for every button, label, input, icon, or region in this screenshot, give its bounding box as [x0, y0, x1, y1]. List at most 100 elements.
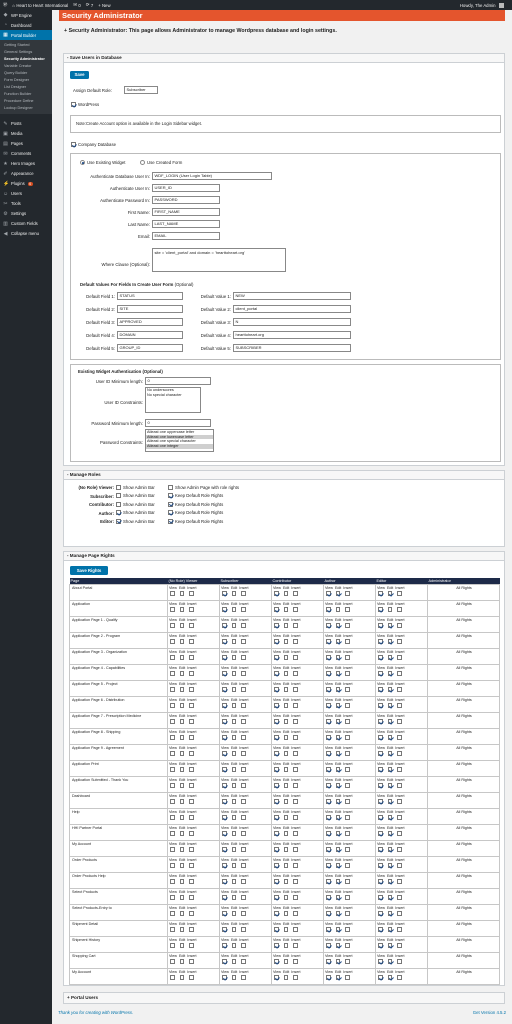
right-edit-checkbox[interactable]	[387, 911, 392, 916]
right-view-checkbox[interactable]	[274, 943, 279, 948]
right-edit-checkbox[interactable]	[335, 623, 340, 628]
right-edit-checkbox[interactable]	[179, 959, 184, 964]
right-edit-checkbox[interactable]	[387, 959, 392, 964]
right-edit-checkbox[interactable]	[179, 927, 184, 932]
right-edit-checkbox[interactable]	[335, 639, 340, 644]
right-view-checkbox[interactable]	[378, 607, 383, 612]
right-insert-checkbox[interactable]	[345, 623, 350, 628]
right-edit-checkbox[interactable]	[179, 671, 184, 676]
company-db-checkbox[interactable]	[71, 142, 76, 147]
right-edit-checkbox[interactable]	[179, 975, 184, 980]
right-insert-checkbox[interactable]	[397, 975, 402, 980]
auth-field-input[interactable]: USER_ID	[152, 184, 220, 192]
right-insert-checkbox[interactable]	[397, 911, 402, 916]
right-edit-checkbox[interactable]	[231, 703, 236, 708]
right-insert-checkbox[interactable]	[345, 655, 350, 660]
right-edit-checkbox[interactable]	[335, 719, 340, 724]
right-insert-checkbox[interactable]	[397, 783, 402, 788]
submenu-item[interactable]: List Designer	[0, 84, 52, 91]
right-edit-checkbox[interactable]	[387, 943, 392, 948]
default-value-input[interactable]: hearttoheart.org	[233, 331, 351, 339]
auth-field-input[interactable]: EMAIL	[152, 232, 220, 240]
right-insert-checkbox[interactable]	[189, 751, 194, 756]
right-edit-checkbox[interactable]	[179, 943, 184, 948]
right-view-checkbox[interactable]	[170, 655, 175, 660]
right-insert-checkbox[interactable]	[189, 895, 194, 900]
right-insert-checkbox[interactable]	[345, 943, 350, 948]
right-edit-checkbox[interactable]	[387, 815, 392, 820]
right-insert-checkbox[interactable]	[189, 927, 194, 932]
pw-constraints-list[interactable]: Atleast one uppercase letter Atleast one …	[145, 429, 214, 452]
right-edit-checkbox[interactable]	[283, 879, 288, 884]
role-rights-checkbox[interactable]	[168, 493, 173, 498]
right-view-checkbox[interactable]	[274, 655, 279, 660]
right-insert-checkbox[interactable]	[293, 591, 298, 596]
right-insert-checkbox[interactable]	[241, 783, 246, 788]
default-field-input[interactable]: APPROVED	[117, 318, 183, 326]
right-insert-checkbox[interactable]	[397, 687, 402, 692]
right-insert-checkbox[interactable]	[189, 863, 194, 868]
right-edit-checkbox[interactable]	[387, 895, 392, 900]
right-insert-checkbox[interactable]	[189, 943, 194, 948]
right-edit-checkbox[interactable]	[283, 911, 288, 916]
right-insert-checkbox[interactable]	[241, 863, 246, 868]
default-field-input[interactable]: DOMAIN	[117, 331, 183, 339]
right-view-checkbox[interactable]	[222, 639, 227, 644]
right-insert-checkbox[interactable]	[397, 735, 402, 740]
auth-field-input[interactable]: WDF_LOGIN (User Login Table)	[152, 172, 272, 180]
right-edit-checkbox[interactable]	[387, 975, 392, 980]
right-view-checkbox[interactable]	[222, 959, 227, 964]
default-field-input[interactable]: STATUS	[117, 292, 183, 300]
right-insert-checkbox[interactable]	[345, 847, 350, 852]
right-edit-checkbox[interactable]	[387, 783, 392, 788]
right-view-checkbox[interactable]	[326, 751, 331, 756]
right-insert-checkbox[interactable]	[345, 703, 350, 708]
right-edit-checkbox[interactable]	[335, 847, 340, 852]
right-view-checkbox[interactable]	[222, 607, 227, 612]
right-edit-checkbox[interactable]	[283, 735, 288, 740]
right-view-checkbox[interactable]	[170, 863, 175, 868]
show-admin-bar-checkbox[interactable]	[116, 510, 121, 515]
right-view-checkbox[interactable]	[378, 799, 383, 804]
right-edit-checkbox[interactable]	[335, 815, 340, 820]
sidebar-item-settings[interactable]: ⚙ Settings	[0, 209, 52, 219]
right-edit-checkbox[interactable]	[387, 879, 392, 884]
right-edit-checkbox[interactable]	[179, 607, 184, 612]
right-edit-checkbox[interactable]	[387, 623, 392, 628]
right-edit-checkbox[interactable]	[387, 703, 392, 708]
right-insert-checkbox[interactable]	[345, 671, 350, 676]
right-edit-checkbox[interactable]	[387, 591, 392, 596]
sidebar-item-collapse-menu[interactable]: ◀ Collapse menu	[0, 229, 52, 239]
right-insert-checkbox[interactable]	[345, 719, 350, 724]
right-edit-checkbox[interactable]	[283, 639, 288, 644]
right-view-checkbox[interactable]	[170, 639, 175, 644]
admin-bar-site[interactable]: ⌂ Heart to Heart International	[12, 3, 68, 8]
sidebar-item-appearance[interactable]: ✐ Appearance	[0, 169, 52, 179]
sidebar-item-wp-engine[interactable]: ◆ WP Engine	[0, 10, 52, 20]
right-view-checkbox[interactable]	[326, 831, 331, 836]
right-view-checkbox[interactable]	[378, 879, 383, 884]
right-edit-checkbox[interactable]	[387, 607, 392, 612]
right-edit-checkbox[interactable]	[231, 607, 236, 612]
right-edit-checkbox[interactable]	[283, 975, 288, 980]
right-edit-checkbox[interactable]	[387, 847, 392, 852]
right-edit-checkbox[interactable]	[231, 863, 236, 868]
right-edit-checkbox[interactable]	[179, 783, 184, 788]
right-view-checkbox[interactable]	[378, 831, 383, 836]
right-view-checkbox[interactable]	[170, 943, 175, 948]
right-view-checkbox[interactable]	[274, 799, 279, 804]
right-edit-checkbox[interactable]	[283, 767, 288, 772]
right-insert-checkbox[interactable]	[293, 847, 298, 852]
right-insert-checkbox[interactable]	[241, 911, 246, 916]
right-view-checkbox[interactable]	[274, 607, 279, 612]
right-view-checkbox[interactable]	[274, 847, 279, 852]
right-view-checkbox[interactable]	[170, 591, 175, 596]
right-view-checkbox[interactable]	[378, 815, 383, 820]
use-created-form-option[interactable]: Use Created Form	[140, 160, 182, 165]
right-edit-checkbox[interactable]	[231, 735, 236, 740]
right-insert-checkbox[interactable]	[345, 687, 350, 692]
right-insert-checkbox[interactable]	[293, 943, 298, 948]
right-edit-checkbox[interactable]	[179, 847, 184, 852]
right-view-checkbox[interactable]	[222, 623, 227, 628]
right-edit-checkbox[interactable]	[231, 959, 236, 964]
